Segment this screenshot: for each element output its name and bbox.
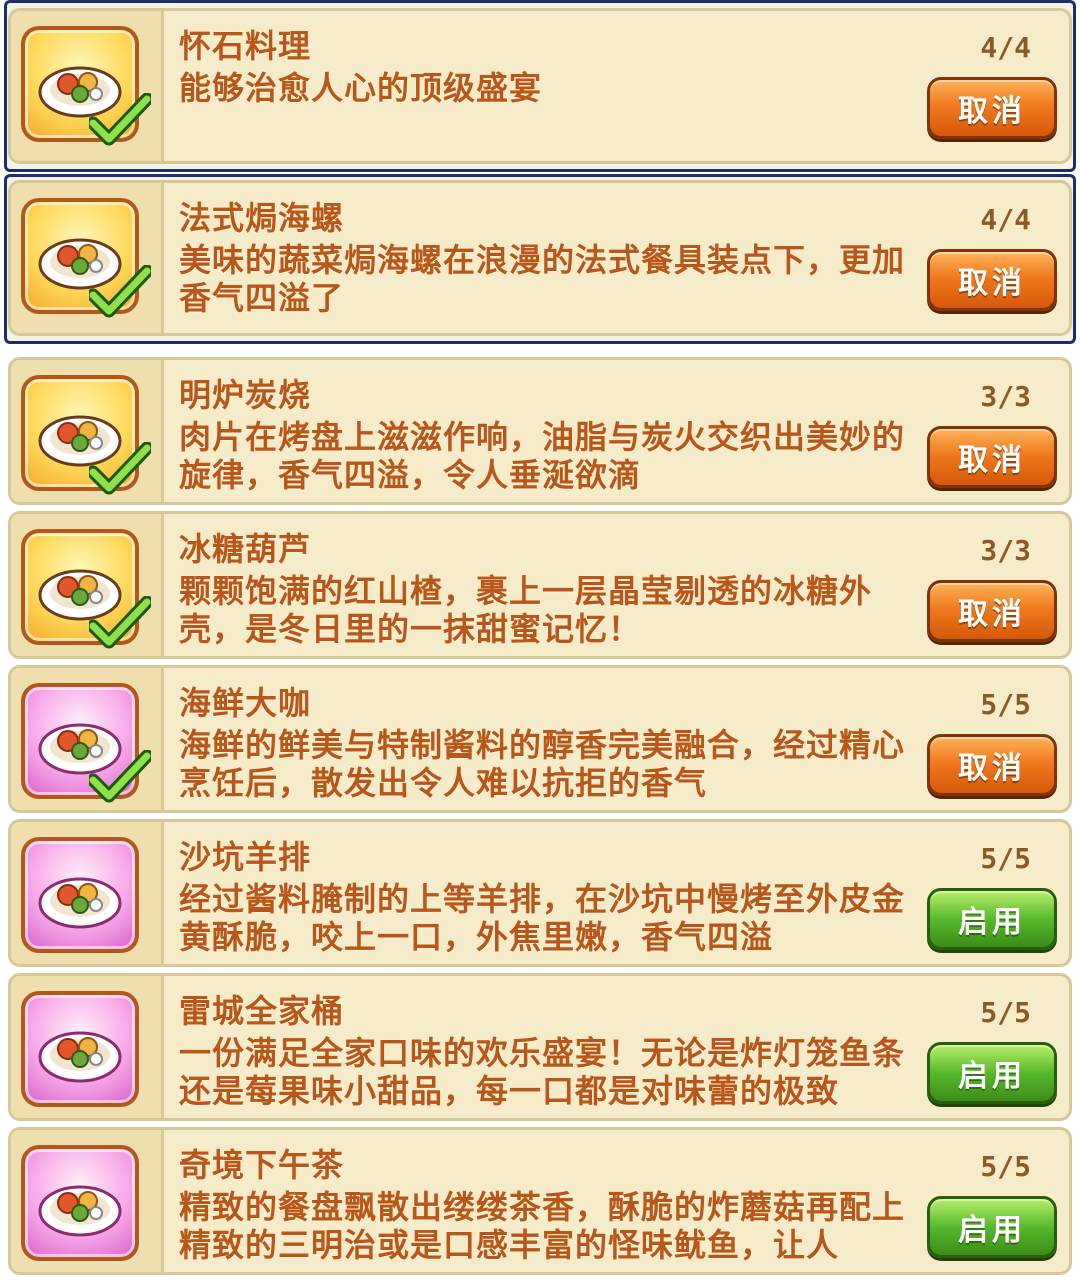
recipe-description: 经过酱料腌制的上等羊排，在沙坑中慢烤至外皮金黄酥脆，咬上一口，外焦里嫩，香气四溢 [179, 880, 906, 956]
icon-column [11, 514, 164, 656]
cancel-button[interactable]: 取消 [927, 734, 1057, 796]
recipe-title: 冰糖葫芦 [179, 530, 312, 568]
icon-column [11, 11, 164, 161]
family-bucket-icon [21, 991, 139, 1107]
recipe-description: 肉片在烤盘上滋滋作响，油脂与炭火交织出美妙的旋律，香气四溢，令人垂涎欲滴 [179, 418, 906, 494]
lamb-chop-icon [21, 837, 139, 953]
recipe-count: 5/5 [980, 1150, 1031, 1183]
cancel-button[interactable]: 取消 [927, 77, 1057, 139]
recipe-description: 精致的餐盘飘散出缕缕茶香，酥脆的炸蘑菇再配上精致的三明治或是口感丰富的怪味鱿鱼，… [179, 1188, 906, 1264]
recipe-count: 4/4 [980, 203, 1031, 236]
checkmark-icon [86, 92, 154, 149]
checkmark-icon [86, 264, 154, 321]
icon-column [11, 668, 164, 810]
icon-column [11, 822, 164, 964]
recipe-description: 颗颗饱满的红山楂，裹上一层晶莹剔透的冰糖外壳，是冬日里的一抹甜蜜记忆！ [179, 572, 873, 648]
dish-plate-icon [36, 857, 124, 933]
recipe-count: 4/4 [980, 31, 1031, 64]
recipe-description: 美味的蔬菜焗海螺在浪漫的法式餐具装点下，更加香气四溢了 [179, 241, 906, 317]
icon-column [11, 360, 164, 502]
recipe-title: 沙坑羊排 [179, 838, 312, 876]
icon-column [11, 976, 164, 1118]
recipe-count: 5/5 [980, 842, 1031, 875]
recipe-title: 海鲜大咖 [179, 684, 312, 722]
recipe-description: 一份满足全家口味的欢乐盛宴！无论是炸灯笼鱼条还是莓果味小甜品，每一口都是对味蕾的… [179, 1034, 906, 1110]
cancel-button[interactable]: 取消 [927, 426, 1057, 488]
recipe-card: 雷城全家桶 一份满足全家口味的欢乐盛宴！无论是炸灯笼鱼条还是莓果味小甜品，每一口… [8, 973, 1072, 1121]
recipe-card: 法式焗海螺 美味的蔬菜焗海螺在浪漫的法式餐具装点下，更加香气四溢了 4/4 取消 [8, 180, 1072, 336]
recipe-count: 5/5 [980, 996, 1031, 1029]
enable-button[interactable]: 启用 [927, 1196, 1057, 1258]
recipe-card: 明炉炭烧 肉片在烤盘上滋滋作响，油脂与炭火交织出美妙的旋律，香气四溢，令人垂涎欲… [8, 357, 1072, 505]
dish-plate-icon [36, 1011, 124, 1087]
recipe-card: 海鲜大咖 海鲜的鲜美与特制酱料的醇香完美融合，经过精心烹饪后，散发出令人难以抗拒… [8, 665, 1072, 813]
recipe-card: 冰糖葫芦 颗颗饱满的红山楂，裹上一层晶莹剔透的冰糖外壳，是冬日里的一抹甜蜜记忆！… [8, 511, 1072, 659]
recipe-description: 能够治愈人心的顶级盛宴 [179, 69, 543, 107]
recipe-count: 3/3 [980, 534, 1031, 567]
enable-button[interactable]: 启用 [927, 888, 1057, 950]
cancel-button[interactable]: 取消 [927, 580, 1057, 642]
recipe-card: 奇境下午茶 精致的餐盘飘散出缕缕茶香，酥脆的炸蘑菇再配上精致的三明治或是口感丰富… [8, 1127, 1072, 1275]
recipe-title: 怀石料理 [179, 27, 312, 65]
afternoon-tea-icon [21, 1145, 139, 1261]
recipe-title: 奇境下午茶 [179, 1146, 345, 1184]
recipe-title: 雷城全家桶 [179, 992, 345, 1030]
recipe-card: 沙坑羊排 经过酱料腌制的上等羊排，在沙坑中慢烤至外皮金黄酥脆，咬上一口，外焦里嫩… [8, 819, 1072, 967]
icon-column [11, 183, 164, 333]
recipe-title: 明炉炭烧 [179, 376, 312, 414]
dish-plate-icon [36, 1165, 124, 1241]
checkmark-icon [86, 749, 154, 806]
recipe-count: 5/5 [980, 688, 1031, 721]
cancel-button[interactable]: 取消 [927, 249, 1057, 311]
recipe-title: 法式焗海螺 [179, 199, 345, 237]
enable-button[interactable]: 启用 [927, 1042, 1057, 1104]
recipe-count: 3/3 [980, 380, 1031, 413]
checkmark-icon [86, 441, 154, 498]
checkmark-icon [86, 595, 154, 652]
recipe-card: 怀石料理 能够治愈人心的顶级盛宴 4/4 取消 [8, 8, 1072, 164]
icon-column [11, 1130, 164, 1272]
recipe-description: 海鲜的鲜美与特制酱料的醇香完美融合，经过精心烹饪后，散发出令人难以抗拒的香气 [179, 726, 906, 802]
